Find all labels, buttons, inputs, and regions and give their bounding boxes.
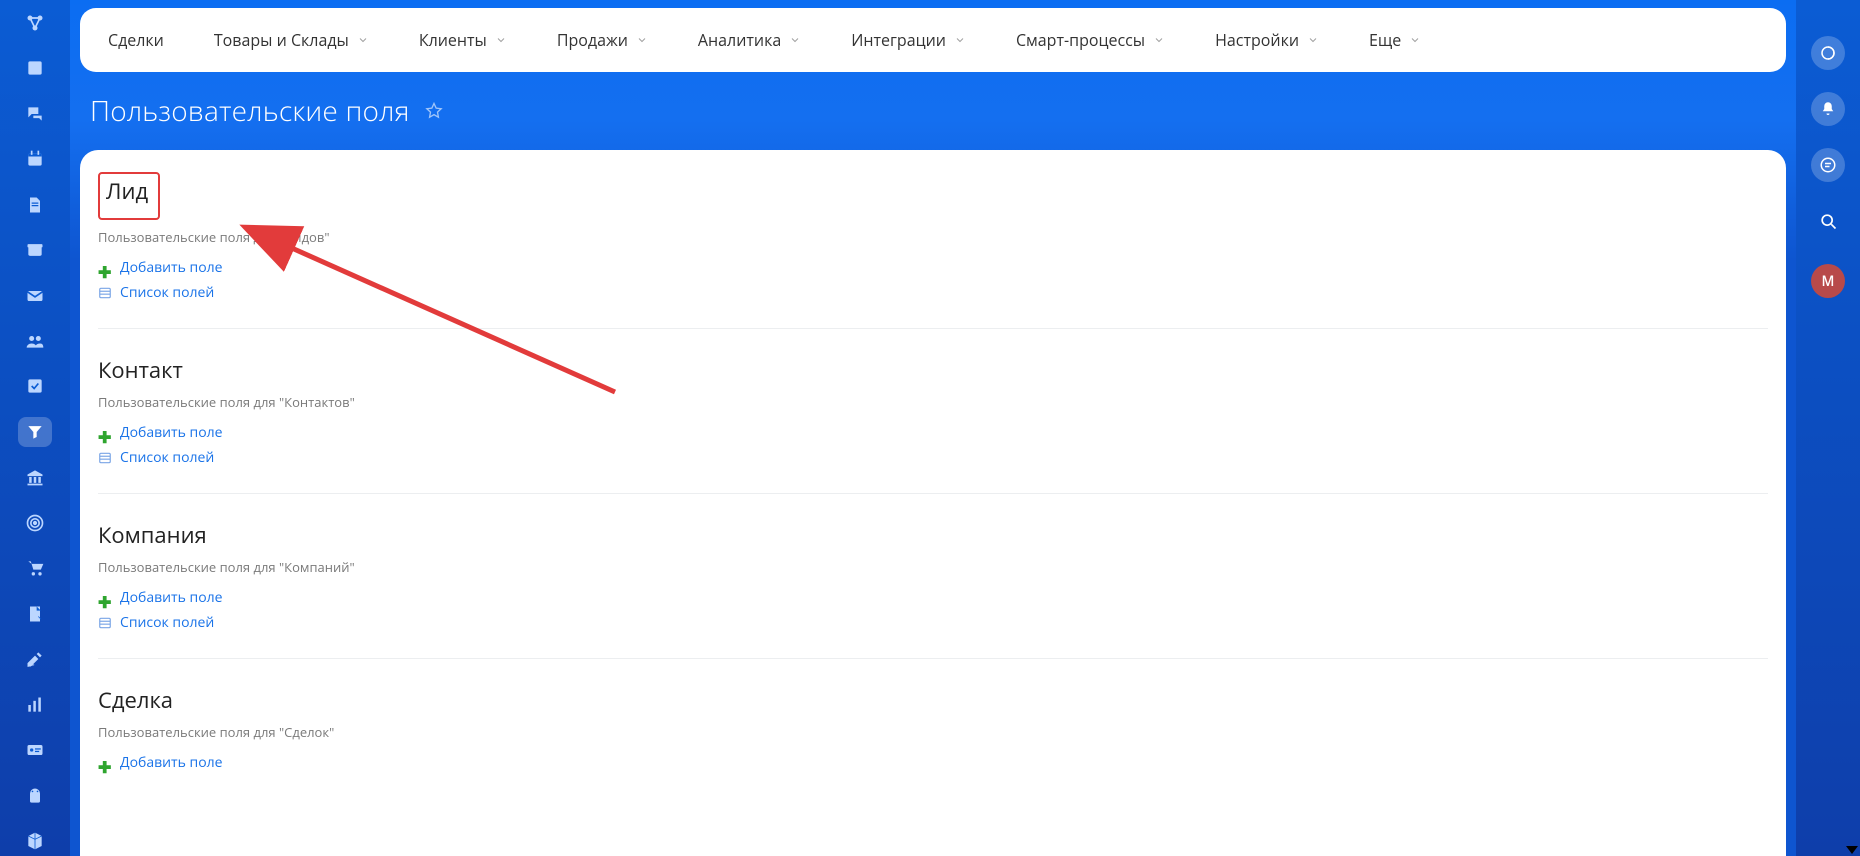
plus-icon: ✚ [98, 756, 112, 770]
add-field-row[interactable]: ✚ Добавить поле [98, 588, 1768, 607]
check-icon[interactable] [18, 372, 52, 401]
nav-deals[interactable]: Сделки [108, 29, 164, 51]
section-lead: Лид Пользовательские поля для "Лидов" ✚ … [98, 172, 1768, 329]
section-title: Компания [98, 520, 1768, 550]
add-field-row[interactable]: ✚ Добавить поле [98, 258, 1768, 277]
add-field-link[interactable]: Добавить поле [120, 753, 223, 772]
list-fields-row[interactable]: Список полей [98, 448, 1768, 467]
list-icon [98, 616, 112, 630]
list-fields-row[interactable]: Список полей [98, 613, 1768, 632]
page-title: Пользовательские поля [90, 92, 410, 130]
nav-settings[interactable]: Настройки [1215, 29, 1319, 51]
add-field-link[interactable]: Добавить поле [120, 258, 223, 277]
add-field-row[interactable]: ✚ Добавить поле [98, 423, 1768, 442]
filter-icon[interactable] [18, 417, 52, 446]
nav-label: Клиенты [419, 29, 487, 51]
scroll-indicator-icon [1846, 846, 1858, 854]
list-fields-link[interactable]: Список полей [120, 613, 214, 632]
section-subtitle: Пользовательские поля для "Компаний" [98, 558, 1768, 576]
plus-icon: ✚ [98, 591, 112, 605]
annotation-highlight: Лид [98, 172, 160, 220]
cart-icon[interactable] [18, 554, 52, 583]
draw-icon[interactable] [18, 645, 52, 674]
nav-label: Интеграции [851, 29, 946, 51]
right-rail: M [1796, 0, 1860, 856]
network-icon[interactable] [18, 8, 52, 37]
list-fields-row[interactable]: Список полей [98, 283, 1768, 302]
mail-icon[interactable] [18, 281, 52, 310]
section-title: Контакт [98, 355, 1768, 385]
nav-label: Еще [1369, 29, 1401, 51]
section-subtitle: Пользовательские поля для "Лидов" [98, 228, 1768, 246]
section-company: Компания Пользовательские поля для "Комп… [98, 520, 1768, 659]
section-deal: Сделка Пользовательские поля для "Сделок… [98, 685, 1768, 798]
list-icon [98, 451, 112, 465]
plus-icon: ✚ [98, 426, 112, 440]
note-icon[interactable] [18, 599, 52, 628]
nav-analytics[interactable]: Аналитика [698, 29, 801, 51]
target-icon[interactable] [18, 508, 52, 537]
bars-icon[interactable] [18, 690, 52, 719]
calendar-icon[interactable] [18, 144, 52, 173]
chevron-down-icon [1409, 34, 1421, 46]
bell-icon[interactable] [1811, 92, 1845, 126]
main-area: Сделки Товары и Склады Клиенты Продажи А… [70, 0, 1796, 856]
search-icon[interactable] [1811, 204, 1845, 238]
avatar-letter: M [1822, 272, 1835, 291]
android-icon[interactable] [18, 781, 52, 810]
list-fields-link[interactable]: Список полей [120, 283, 214, 302]
nav-label: Товары и Склады [214, 29, 349, 51]
chevron-down-icon [954, 34, 966, 46]
people-icon[interactable] [18, 326, 52, 355]
chevron-down-icon [636, 34, 648, 46]
box-icon[interactable] [18, 235, 52, 264]
chevron-down-icon [789, 34, 801, 46]
left-rail [0, 0, 70, 856]
cube-icon[interactable] [18, 826, 52, 855]
doc-icon[interactable] [18, 190, 52, 219]
section-title: Сделка [98, 685, 1768, 715]
nav-products[interactable]: Товары и Склады [214, 29, 369, 51]
nav-label: Настройки [1215, 29, 1299, 51]
add-field-link[interactable]: Добавить поле [120, 588, 223, 607]
nav-label: Продажи [557, 29, 628, 51]
feed-icon[interactable] [18, 53, 52, 82]
user-avatar[interactable]: M [1811, 264, 1845, 298]
chevron-down-icon [357, 34, 369, 46]
chevron-down-icon [1153, 34, 1165, 46]
add-field-row[interactable]: ✚ Добавить поле [98, 753, 1768, 772]
copilot-icon[interactable] [1811, 36, 1845, 70]
chat-icon[interactable] [18, 99, 52, 128]
nav-sales[interactable]: Продажи [557, 29, 648, 51]
nav-integrations[interactable]: Интеграции [851, 29, 966, 51]
bank-icon[interactable] [18, 463, 52, 492]
nav-smart-processes[interactable]: Смарт-процессы [1016, 29, 1165, 51]
plus-icon: ✚ [98, 261, 112, 275]
list-icon [98, 286, 112, 300]
favorite-star-icon[interactable] [424, 101, 444, 121]
content-card: Лид Пользовательские поля для "Лидов" ✚ … [80, 150, 1786, 856]
nav-clients[interactable]: Клиенты [419, 29, 507, 51]
nav-label: Аналитика [698, 29, 781, 51]
chevron-down-icon [1307, 34, 1319, 46]
section-contact: Контакт Пользовательские поля для "Конта… [98, 355, 1768, 494]
section-subtitle: Пользовательские поля для "Сделок" [98, 723, 1768, 741]
nav-more[interactable]: Еще [1369, 29, 1421, 51]
add-field-link[interactable]: Добавить поле [120, 423, 223, 442]
nav-label: Сделки [108, 29, 164, 51]
section-title: Лид [106, 176, 148, 206]
nav-label: Смарт-процессы [1016, 29, 1145, 51]
top-nav: Сделки Товары и Склады Клиенты Продажи А… [80, 8, 1786, 72]
help-icon[interactable] [1811, 148, 1845, 182]
chevron-down-icon [495, 34, 507, 46]
page-title-row: Пользовательские поля [90, 92, 444, 130]
section-subtitle: Пользовательские поля для "Контактов" [98, 393, 1768, 411]
card-icon[interactable] [18, 736, 52, 765]
list-fields-link[interactable]: Список полей [120, 448, 214, 467]
